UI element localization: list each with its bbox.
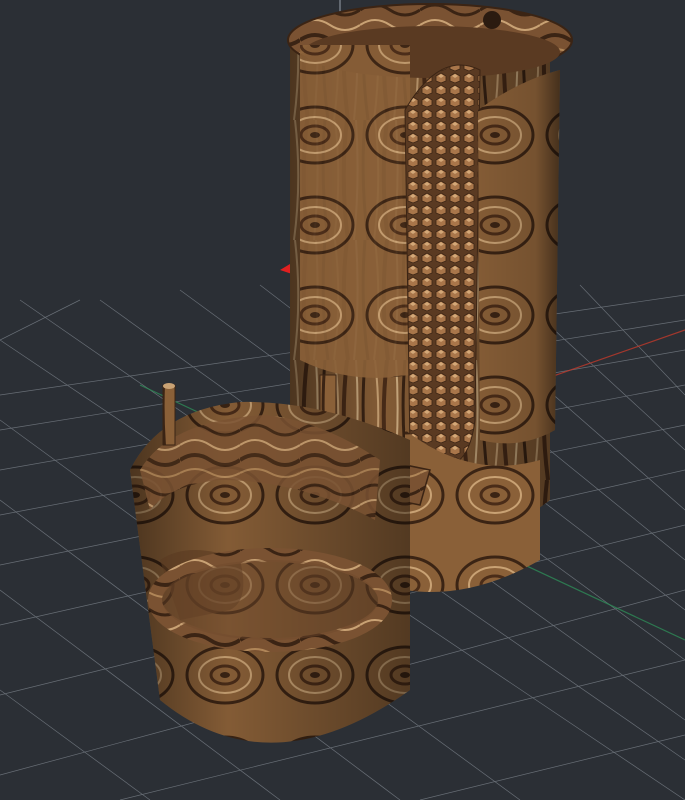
cup-pin — [162, 384, 176, 446]
top-hole — [483, 11, 501, 29]
3d-viewport[interactable] — [0, 0, 685, 800]
short-cup-model[interactable] — [130, 383, 410, 743]
viewport-canvas[interactable] — [0, 0, 685, 800]
honeycomb-channel — [404, 64, 481, 466]
